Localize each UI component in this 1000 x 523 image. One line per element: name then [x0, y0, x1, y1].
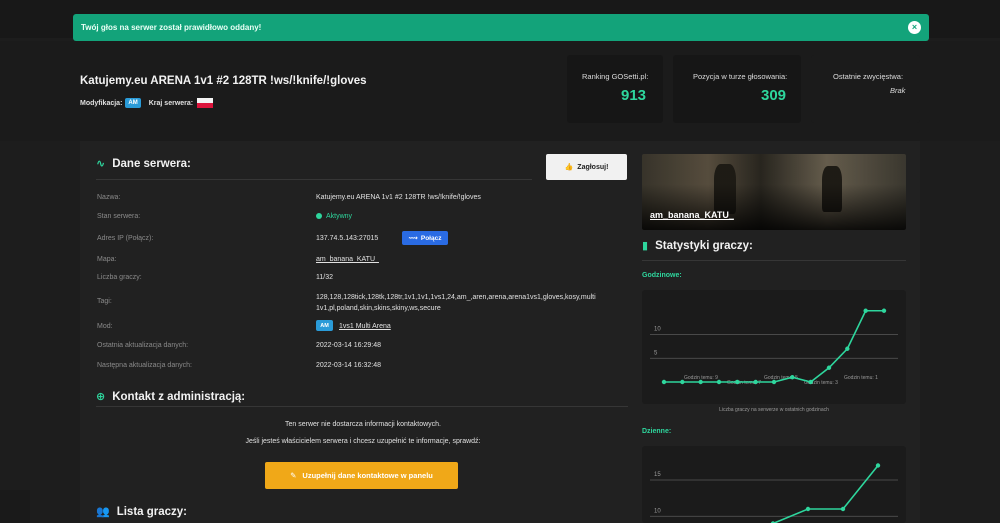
close-icon[interactable]: × — [908, 21, 921, 34]
players-title: Lista graczy: — [116, 505, 188, 518]
series-line — [664, 309, 884, 383]
modification-label: Modyfikacja: — [80, 99, 123, 107]
hourly-chart: 510Godzin temu: 9Godzin temu: 7Godzin te… — [650, 308, 898, 386]
data-point — [840, 506, 846, 512]
row-value-status: Aktywny — [316, 211, 634, 222]
player-stats-title: Statystyki graczy: — [655, 239, 753, 252]
data-point — [735, 379, 740, 385]
y-tick-label: 15 — [654, 472, 661, 478]
data-point — [845, 346, 850, 351]
player-stats-heading: ▮ Statystyki graczy: — [642, 239, 753, 253]
server-meta: Modyfikacja: AM Kraj serwera: — [80, 98, 214, 108]
row-value-name: Katujemy.eu ARENA 1v1 #2 128TR !ws/!knif… — [316, 194, 481, 201]
data-point — [661, 379, 667, 385]
edit-icon: ✎ — [290, 471, 297, 480]
poland-flag-icon — [197, 98, 214, 108]
row-value-last-update: 2022-03-14 16:29:48 — [316, 342, 381, 349]
stat-ranking: Ranking GOSetti.pl: 913 — [567, 55, 663, 123]
pulse-icon: ∿ — [96, 158, 106, 170]
status-text: Aktywny — [326, 213, 353, 220]
connect-button-label: Połącz — [420, 234, 442, 242]
row-value-map[interactable]: am_banana_KATU_ — [316, 254, 379, 265]
row-label-players: Liczba graczy: — [97, 274, 142, 281]
row-label-status: Stan serwera: — [97, 213, 141, 220]
row-label-ip: Adres IP (Połącz): — [97, 235, 154, 242]
contact-owner-text: Jeśli jesteś właścicielem serwera i chce… — [245, 438, 481, 445]
stat-ranking-value: 913 — [621, 87, 647, 104]
stat-last-wins: Ostatnie zwycięstwa: Brak — [811, 55, 920, 123]
stat-ranking-label: Ranking GOSetti.pl: — [582, 72, 649, 81]
mod-badge: AM — [316, 320, 333, 331]
stat-round-position-value: 309 — [761, 87, 787, 104]
bar-chart-icon: ▮ — [642, 240, 649, 252]
data-point — [753, 379, 758, 385]
complete-contact-button-label: Uzupełnij dane kontaktowe w panelu — [302, 471, 433, 480]
server-data-title: Dane serwera: — [112, 157, 191, 170]
data-point — [881, 308, 887, 313]
country-label: Kraj serwera: — [148, 99, 194, 107]
steam-icon: ⟿ — [408, 235, 418, 242]
y-tick-label: 10 — [654, 327, 661, 333]
daily-chart-panel: 10 15 — [642, 446, 906, 523]
divider — [96, 406, 628, 407]
row-label-mod: Mod: — [97, 323, 113, 330]
stat-last-wins-value: Brak — [890, 86, 906, 95]
globe-icon: ⊕ — [96, 391, 106, 403]
divider — [96, 179, 532, 180]
y-tick-label: 10 — [654, 508, 661, 514]
y-tick-label: 5 — [654, 350, 658, 356]
players-heading: 👥 Lista graczy: — [96, 505, 188, 519]
hourly-chart-panel: 5 10 Godzin temu: 9 Godzin temu: 7 Godzin te… — [642, 290, 906, 404]
data-point — [826, 365, 832, 370]
row-value-tags: 128,128,128tick,128tk,128tr,1v1,1v1,1vs1… — [316, 294, 596, 312]
complete-contact-button[interactable]: ✎ Uzupełnij dane kontaktowe w panelu — [265, 462, 458, 489]
x-tick-label: Godzin temu: 1 — [844, 375, 878, 381]
alert-message: Twój głos na serwer został prawidłowo od… — [81, 23, 262, 32]
data-point — [771, 379, 777, 385]
left-edge-panel — [0, 490, 30, 523]
thumbs-up-icon: 👍 — [564, 164, 574, 171]
row-label-tags: Tagi: — [97, 298, 112, 305]
vote-button-label: Zagłosuj! — [577, 163, 609, 171]
row-label-next-update: Następna aktualizacja danych: — [97, 362, 192, 369]
row-value-ip[interactable]: 137.74.5.143:27015 — [316, 233, 396, 244]
daily-chart: 10 15 — [650, 463, 898, 523]
vote-success-alert: Twój głos na serwer został prawidłowo od… — [73, 14, 929, 41]
modification-badge: AM — [125, 98, 141, 108]
users-icon: 👥 — [96, 506, 110, 518]
server-data-heading: ∿ Dane serwera: — [96, 157, 191, 171]
row-value-players: 11/32 — [316, 274, 333, 281]
connect-button[interactable]: ⟿ Połącz — [402, 231, 448, 245]
data-point — [790, 375, 795, 380]
row-label-map: Mapa: — [97, 256, 117, 263]
contact-title: Kontakt z administracją: — [112, 390, 246, 403]
stat-round-position-label: Pozycja w turze głosowania: — [693, 72, 788, 81]
data-point — [808, 379, 813, 385]
row-value-next-update: 2022-03-14 16:32:48 — [316, 362, 381, 369]
row-label-last-update: Ostatnia aktualizacja danych: — [97, 342, 189, 349]
stat-round-position: Pozycja w turze głosowania: 309 — [673, 55, 801, 123]
series-line — [772, 464, 879, 523]
data-point — [805, 506, 811, 512]
divider — [642, 260, 906, 261]
data-point — [716, 379, 722, 385]
data-point — [698, 379, 703, 385]
hourly-chart-caption: Liczba graczy na serwerze w ostatnich go… — [719, 407, 829, 413]
map-banner-name[interactable]: am_banana_KATU_ — [650, 210, 734, 220]
daily-label: Dzienne: — [642, 428, 672, 435]
hourly-label: Godzinowe: — [642, 272, 682, 279]
data-point — [875, 463, 881, 468]
contact-heading: ⊕ Kontakt z administracją: — [96, 390, 246, 404]
server-title: Katujemy.eu ARENA 1v1 #2 128TR !ws/!knif… — [80, 75, 367, 87]
data-point — [680, 379, 685, 385]
status-dot-icon — [316, 213, 322, 219]
row-label-name: Nazwa: — [97, 194, 121, 201]
data-point — [863, 308, 868, 313]
row-value-mod[interactable]: 1vs1 Multi Arena — [339, 321, 391, 332]
contact-info-text: Ten serwer nie dostarcza informacji kont… — [284, 421, 441, 428]
stat-last-wins-label: Ostatnie zwycięstwa: — [833, 72, 904, 81]
vote-button[interactable]: 👍 Zagłosuj! — [546, 154, 627, 180]
